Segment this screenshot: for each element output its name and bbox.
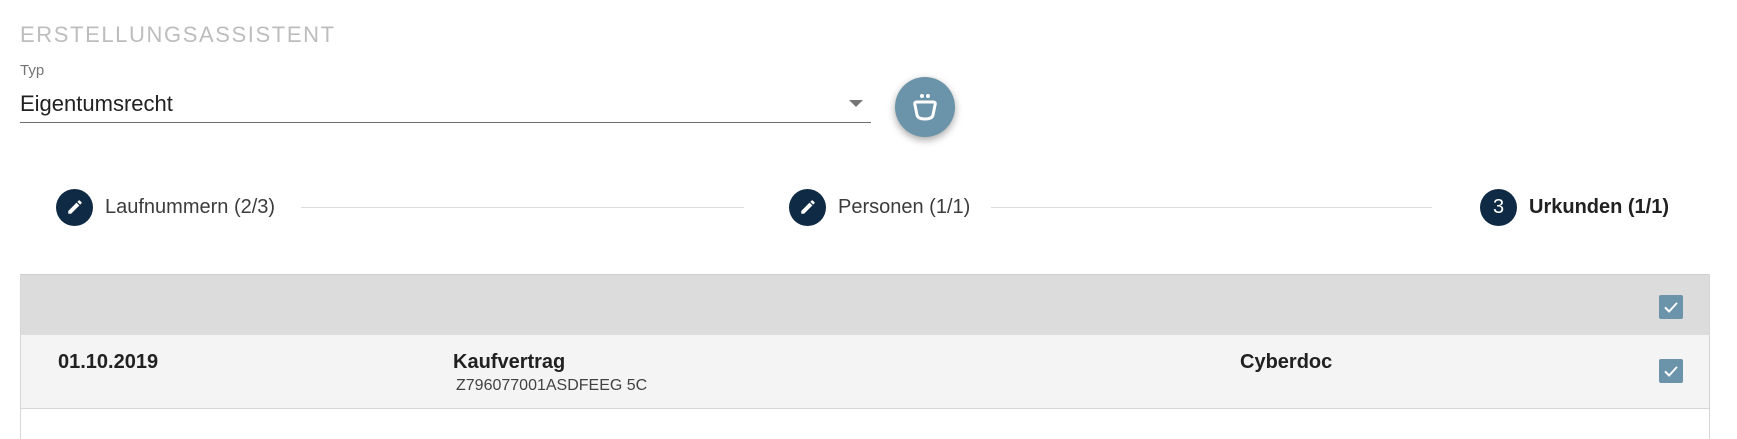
- stepper: Laufnummern (2/3) Personen (1/1) 3 Urkun…: [0, 187, 1737, 227]
- magic-action-button[interactable]: [895, 77, 955, 137]
- table-header: [21, 274, 1709, 335]
- row-document-number: Z796077001ASDFEEG 5C: [456, 377, 648, 394]
- magic-pot-icon: [913, 94, 937, 121]
- step-label: Laufnummern (2/3): [105, 195, 276, 218]
- row-date: 01.10.2019: [58, 351, 159, 373]
- row-checkbox[interactable]: [1659, 359, 1683, 383]
- check-icon: [1664, 366, 1678, 377]
- pencil-icon: [800, 200, 815, 214]
- pencil-icon: [67, 200, 82, 214]
- step-label: Urkunden (1/1): [1529, 195, 1670, 218]
- step-laufnummern[interactable]: Laufnummern (2/3): [56, 187, 275, 227]
- step-circle: [789, 188, 826, 226]
- type-select[interactable]: Eigentumsrecht: [20, 88, 871, 123]
- dropdown-arrow-icon[interactable]: [849, 100, 863, 107]
- type-label: Typ: [20, 62, 45, 79]
- step-label: Personen (1/1): [838, 195, 971, 218]
- documents-table: 01.10.2019 Kaufvertrag Z796077001ASDFEEG…: [20, 274, 1710, 439]
- step-personen[interactable]: Personen (1/1): [789, 187, 970, 227]
- check-icon: [1664, 302, 1678, 313]
- select-all-checkbox[interactable]: [1659, 295, 1683, 319]
- wizard-title: ERSTELLUNGSASSISTENT: [20, 22, 336, 47]
- step-connector-line: [991, 207, 1432, 208]
- step-circle: [56, 188, 93, 226]
- step-connector-line: [301, 207, 744, 208]
- step-circle: 3: [1480, 188, 1517, 226]
- type-select-value: Eigentumsrecht: [20, 91, 173, 116]
- row-source: Cyberdoc: [1240, 351, 1333, 373]
- table-row[interactable]: 01.10.2019 Kaufvertrag Z796077001ASDFEEG…: [21, 335, 1709, 409]
- step-urkunden[interactable]: 3 Urkunden (1/1): [1480, 187, 1669, 227]
- row-document-type: Kaufvertrag: [453, 351, 566, 373]
